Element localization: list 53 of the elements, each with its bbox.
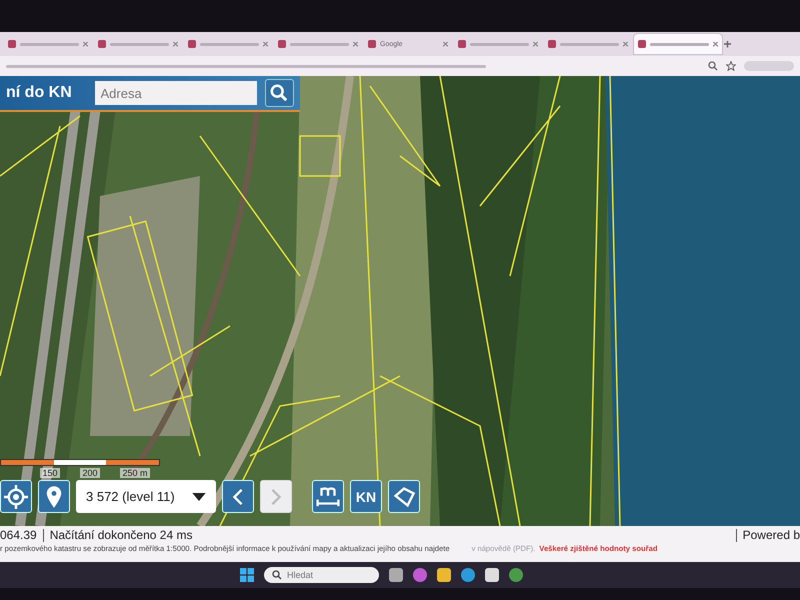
favicon-icon xyxy=(458,40,466,48)
search-icon xyxy=(270,84,288,102)
polygon-button[interactable] xyxy=(388,480,420,513)
blurred-tab-title xyxy=(200,42,259,46)
polygon-icon xyxy=(392,484,416,508)
zoom-level-dropdown[interactable]: 3 572 (level 11) xyxy=(76,480,216,513)
favicon-icon xyxy=(98,40,106,48)
chevron-right-icon xyxy=(270,486,282,506)
close-icon[interactable] xyxy=(353,42,358,46)
close-icon[interactable] xyxy=(623,42,628,46)
close-icon[interactable] xyxy=(443,42,448,46)
close-icon[interactable] xyxy=(83,42,88,46)
favicon-icon xyxy=(8,40,16,48)
search-placeholder: Hledat xyxy=(287,570,314,580)
favicon-icon xyxy=(638,40,646,48)
taskbar-search-field[interactable]: Hledat xyxy=(264,567,379,583)
app-title: ní do KN xyxy=(6,84,73,102)
blurred-tab-title xyxy=(110,42,169,46)
favicon-icon xyxy=(368,40,376,48)
back-button[interactable] xyxy=(222,480,254,513)
scale-label: 150 xyxy=(40,468,60,478)
start-icon[interactable] xyxy=(240,568,254,582)
powered-by-text: Powered b xyxy=(742,528,800,542)
close-icon[interactable] xyxy=(533,42,538,46)
kn-button[interactable]: KN xyxy=(350,480,382,513)
measure-button[interactable] xyxy=(312,480,344,513)
favicon-icon xyxy=(188,40,196,48)
blurred-tab-title xyxy=(290,42,349,46)
scale-label: 200 xyxy=(80,468,100,478)
favicon-icon xyxy=(278,40,286,48)
close-icon[interactable] xyxy=(263,42,268,46)
scale-label: 250 m xyxy=(120,468,150,478)
coordinates-text: 064.39 xyxy=(0,528,37,542)
search-icon xyxy=(272,570,282,580)
favicon-icon xyxy=(548,40,556,48)
browser-tab[interactable] xyxy=(634,34,722,54)
new-tab-icon[interactable] xyxy=(724,40,731,48)
close-icon[interactable] xyxy=(173,42,178,46)
blurred-tab-title xyxy=(470,42,529,46)
crosshair-icon xyxy=(4,484,28,508)
search-button[interactable] xyxy=(264,79,294,107)
blurred-tab-title xyxy=(20,42,79,46)
star-icon[interactable] xyxy=(726,61,736,71)
status-message: Načítání dokončeno 24 ms xyxy=(50,528,192,542)
blurred-tab-title xyxy=(650,42,709,46)
pin-button[interactable] xyxy=(38,480,70,513)
zoom-icon[interactable] xyxy=(708,61,718,71)
caret-icon xyxy=(192,492,206,500)
close-icon[interactable] xyxy=(713,42,718,46)
blurred-tab-title xyxy=(560,42,619,46)
locate-button[interactable] xyxy=(0,480,32,513)
address-search-field[interactable]: Adresa xyxy=(94,81,257,105)
chevron-left-icon xyxy=(232,486,244,506)
